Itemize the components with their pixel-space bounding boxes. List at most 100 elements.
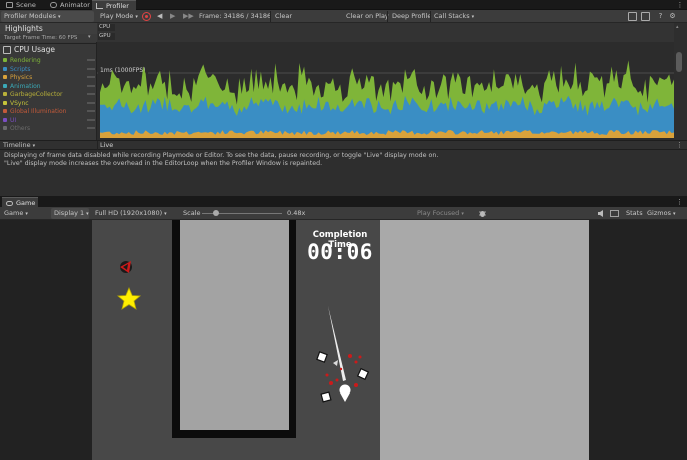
category-label: Physics: [10, 74, 33, 81]
category-label: GarbageCollector: [10, 91, 63, 98]
next-frame-button[interactable]: ▶: [170, 12, 178, 21]
category-drag-handle-icon[interactable]: [87, 118, 95, 121]
gizmos-dropdown[interactable]: Gizmos: [644, 208, 678, 219]
message-line-1: Displaying of frame data disabled while …: [4, 152, 439, 159]
category-drag-handle-icon[interactable]: [87, 59, 95, 61]
category-drag-handle-icon[interactable]: [87, 93, 95, 95]
tab-profiler-label: Profiler: [106, 2, 129, 10]
timeline-view-label: Timeline: [3, 141, 31, 149]
highlights-gpu-lane-label: GPU: [98, 33, 115, 40]
category-drag-handle-icon[interactable]: [87, 110, 95, 112]
stats-toggle[interactable]: Stats: [623, 208, 646, 219]
category-color-swatch: [3, 75, 7, 79]
save-icon[interactable]: [641, 12, 650, 21]
category-color-swatch: [3, 100, 7, 105]
tab-game-label: Game: [16, 199, 36, 207]
category-color-swatch: [3, 58, 7, 62]
cpu-usage-graph[interactable]: 1ms (1000FPS): [97, 43, 674, 140]
current-frame-button[interactable]: ▶▶: [183, 12, 194, 21]
tab-animator[interactable]: Animator: [46, 0, 90, 10]
cpu-category-2[interactable]: Physics: [3, 74, 95, 81]
game-view-label: Game: [4, 209, 24, 217]
clear-on-play-toggle[interactable]: Clear on Play: [343, 11, 392, 22]
category-label: UI: [10, 116, 17, 124]
tab-menu-icon[interactable]: ⋮: [676, 0, 684, 10]
previous-frame-button[interactable]: ◀: [157, 12, 165, 21]
clear-button[interactable]: Clear: [272, 11, 295, 22]
tab-game[interactable]: Game: [2, 197, 38, 207]
cpu-category-4[interactable]: GarbageCollector: [3, 91, 95, 98]
cpu-category-5[interactable]: VSync: [3, 100, 95, 107]
category-drag-handle-icon[interactable]: [87, 127, 95, 129]
cpu-category-3[interactable]: Animation: [3, 82, 95, 90]
completion-time-value: 00:06: [307, 240, 373, 264]
record-button[interactable]: [142, 12, 151, 21]
category-color-swatch: [3, 92, 7, 96]
target-frame-dropdown[interactable]: Target Frame Time: 60 FPS ▾: [0, 34, 97, 42]
highlights-module-header[interactable]: Highlights: [0, 23, 97, 34]
help-icon[interactable]: ?: [656, 11, 665, 22]
scale-label: Scale: [183, 209, 201, 217]
cpu-category-8[interactable]: Others: [3, 125, 95, 132]
cpu-category-legend: Rendering Scripts Physics Animation GarbageC…: [0, 57, 97, 137]
tab-scene-label: Scene: [16, 1, 36, 9]
game-viewport[interactable]: Completion Time 00:06: [0, 220, 687, 460]
play-focused-label: Play Focused: [417, 209, 460, 217]
cpu-usage-chart-panel: CPU GPU 1ms (1000FPS): [97, 23, 674, 150]
scene-icon: [6, 2, 13, 8]
highlights-title: Highlights: [5, 24, 43, 33]
load-icon[interactable]: [628, 12, 637, 21]
audio-mute-icon[interactable]: [597, 209, 606, 218]
cpu-category-1[interactable]: Scripts: [3, 65, 95, 73]
profiler-message-area: Displaying of frame data disabled while …: [0, 150, 687, 196]
call-stacks-label: Call Stacks: [434, 12, 470, 20]
category-color-swatch: [3, 109, 7, 113]
category-label: Scripts: [10, 65, 31, 73]
category-color-swatch: [3, 83, 7, 88]
threshold-label: 1ms (1000FPS): [100, 67, 146, 74]
scale-slider-thumb[interactable]: [213, 210, 220, 216]
display-dropdown[interactable]: Display 1: [51, 208, 89, 219]
call-stacks-dropdown[interactable]: Call Stacks: [431, 11, 477, 22]
message-line-2: "Live" display mode increases the overhe…: [4, 160, 323, 167]
category-drag-handle-icon[interactable]: [87, 67, 95, 70]
category-drag-handle-icon[interactable]: [87, 84, 95, 87]
settings-icon[interactable]: ⚙: [668, 11, 677, 22]
live-toggle[interactable]: Live: [100, 141, 113, 150]
cpu-category-6[interactable]: Global Illumination: [3, 108, 95, 115]
resolution-dropdown[interactable]: Full HD (1920x1080): [92, 208, 176, 219]
maze-wall-inner: [180, 220, 289, 430]
game-tab-menu-icon[interactable]: ⋮: [676, 197, 684, 207]
bug-icon[interactable]: [478, 209, 487, 218]
category-label: Others: [10, 125, 31, 132]
vsync-icon[interactable]: [610, 209, 619, 218]
cpu-usage-module-header[interactable]: CPU Usage: [0, 44, 97, 56]
category-drag-handle-icon[interactable]: [87, 76, 95, 78]
category-label: Animation: [10, 82, 41, 90]
timeline-toolbar: Timeline Live ⋮: [0, 140, 687, 150]
tab-scene[interactable]: Scene: [2, 0, 44, 10]
frame-counter: Frame: 34186 / 34186: [199, 12, 272, 20]
cpu-category-7[interactable]: UI: [3, 116, 95, 124]
game-view-dropdown[interactable]: Game: [1, 208, 48, 219]
category-color-swatch: [3, 126, 7, 130]
profiler-toolbar: Profiler Modules Play Mode ◀ ▶ ▶▶ Frame:…: [0, 10, 687, 23]
category-color-swatch: [3, 66, 7, 71]
cpu-usage-title: CPU Usage: [14, 45, 56, 54]
cpu-category-0[interactable]: Rendering: [3, 57, 95, 64]
scroll-up-icon[interactable]: ▴: [676, 25, 682, 30]
profiler-scrollbar-thumb[interactable]: [676, 52, 682, 72]
profiler-scrollbar[interactable]: [674, 23, 687, 150]
tab-animator-label: Animator: [60, 1, 90, 9]
deep-profile-toggle[interactable]: Deep Profile: [389, 11, 434, 22]
category-drag-handle-icon[interactable]: [87, 101, 95, 104]
play-focused-dropdown[interactable]: Play Focused: [414, 208, 467, 219]
enemy-sprite: [120, 261, 132, 273]
play-mode-dropdown[interactable]: Play Mode: [97, 11, 137, 22]
timeline-menu-icon[interactable]: ⋮: [676, 141, 684, 150]
profiler-module-list: Highlights Target Frame Time: 60 FPS ▾ C…: [0, 23, 97, 150]
profiler-modules-dropdown[interactable]: Profiler Modules: [1, 11, 94, 22]
target-frame-label: Target Frame Time: 60 FPS: [4, 35, 78, 41]
game-toolbar: Game Display 1 Full HD (1920x1080) Scale…: [0, 207, 687, 220]
tab-profiler[interactable]: Profiler: [92, 0, 136, 10]
